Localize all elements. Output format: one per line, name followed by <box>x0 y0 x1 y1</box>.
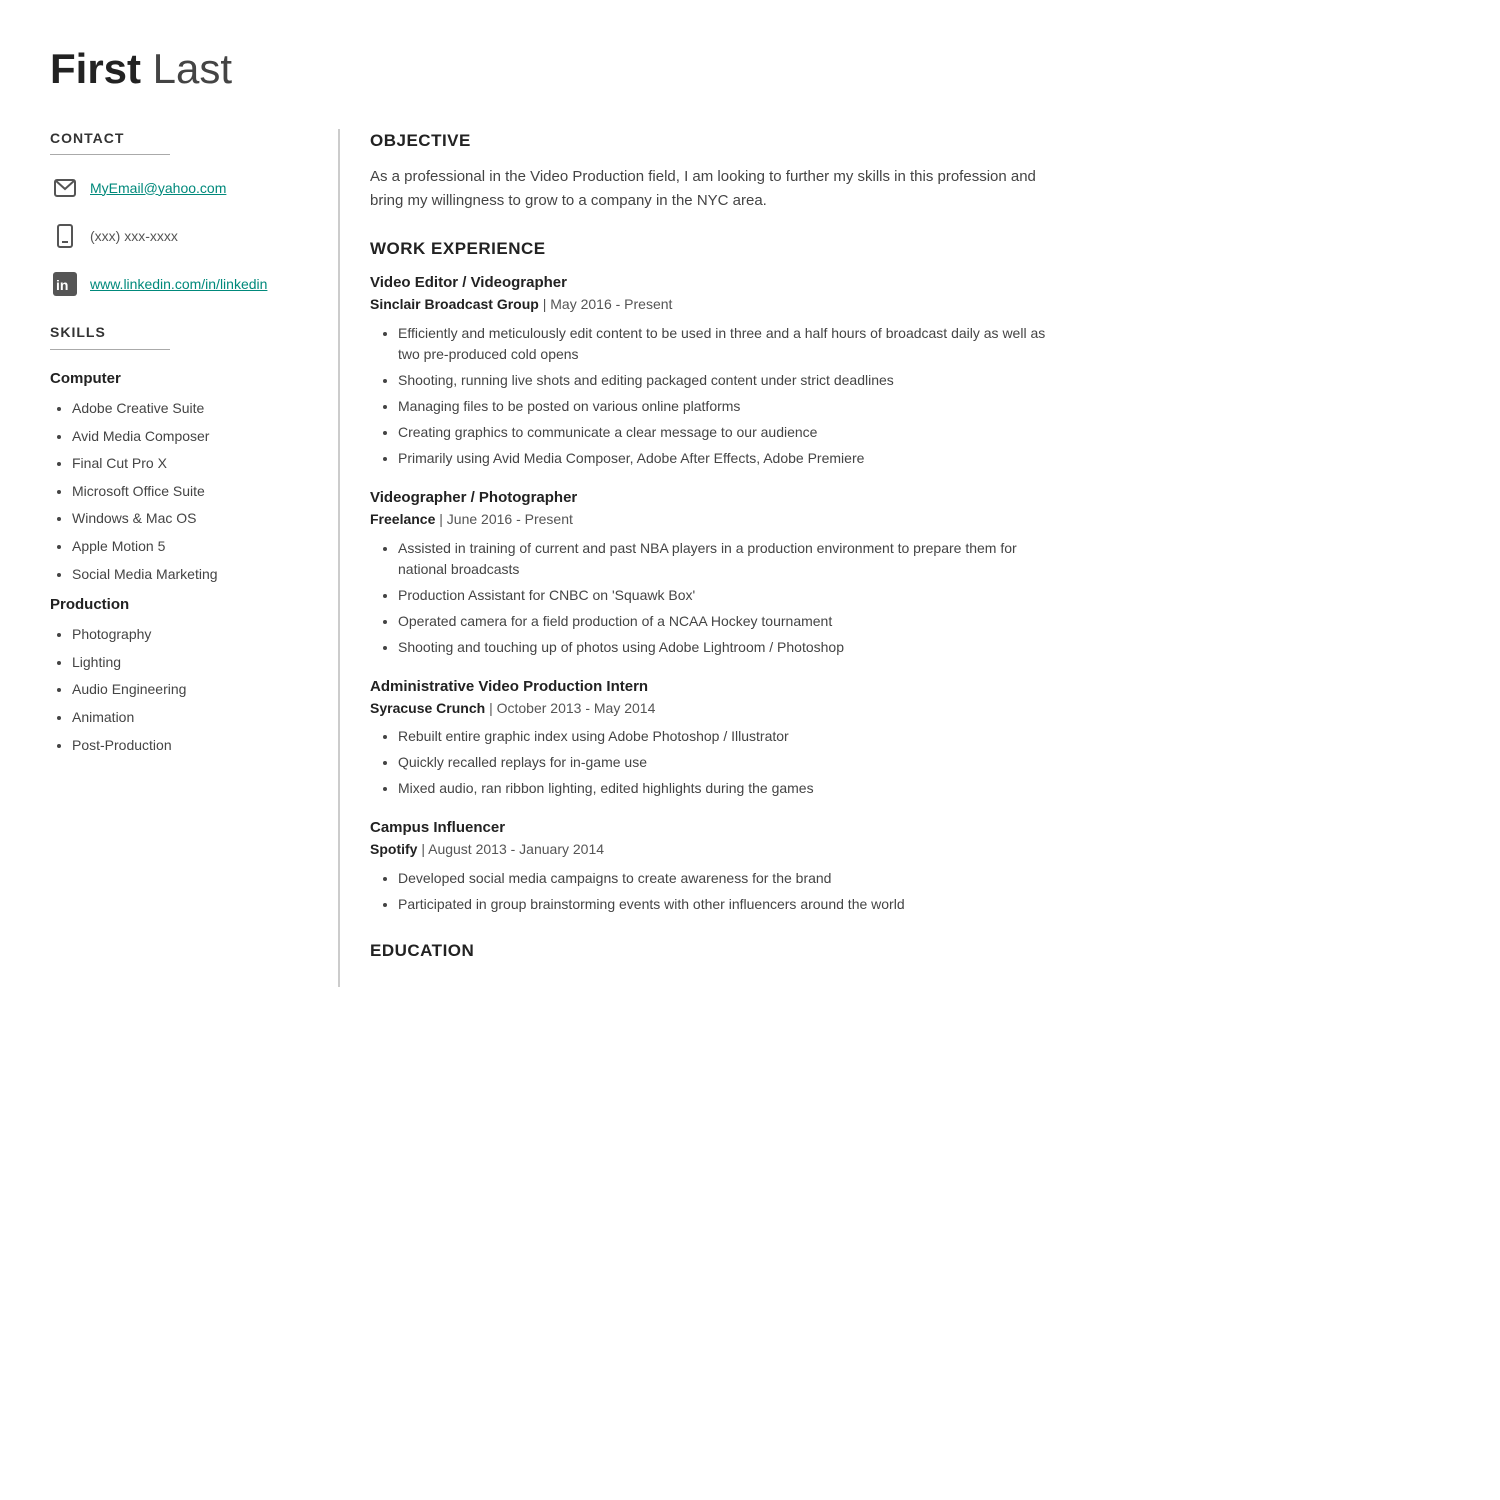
skill-avid-media-composer: Avid Media Composer <box>72 427 318 447</box>
linkedin-icon: in <box>50 269 80 299</box>
email-item: MyEmail@yahoo.com <box>50 173 318 203</box>
job-2-bullet-1: Assisted in training of current and past… <box>398 538 1050 580</box>
work-experience-section: WORK EXPERIENCE Video Editor / Videograp… <box>370 237 1050 915</box>
job-2-bullet-2: Production Assistant for CNBC on 'Squawk… <box>398 585 1050 606</box>
job-3: Administrative Video Production Intern S… <box>370 676 1050 800</box>
job-1-bullet-1: Efficiently and meticulously edit conten… <box>398 323 1050 365</box>
first-name: First <box>50 45 141 92</box>
job-1-company: Sinclair Broadcast Group <box>370 296 539 312</box>
computer-skills-list: Adobe Creative Suite Avid Media Composer… <box>50 399 318 584</box>
phone-text: (xxx) xxx-xxxx <box>90 227 178 247</box>
phone-item: (xxx) xxx-xxxx <box>50 221 318 251</box>
job-2-dates: June 2016 - Present <box>447 511 573 527</box>
job-2-bullets: Assisted in training of current and past… <box>370 538 1050 658</box>
work-experience-heading: WORK EXPERIENCE <box>370 237 1050 263</box>
objective-heading: OBJECTIVE <box>370 129 1050 155</box>
job-1: Video Editor / Videographer Sinclair Bro… <box>370 272 1050 469</box>
production-heading: Production <box>50 594 318 615</box>
job-1-title: Video Editor / Videographer <box>370 272 1050 293</box>
phone-icon <box>50 221 80 251</box>
sidebar: CONTACT MyEmail@yahoo.com <box>50 129 340 987</box>
skill-post-production: Post-Production <box>72 736 318 756</box>
job-2-bullet-3: Operated camera for a field production o… <box>398 611 1050 632</box>
skill-animation: Animation <box>72 708 318 728</box>
skills-divider <box>50 349 170 350</box>
job-1-bullet-2: Shooting, running live shots and editing… <box>398 370 1050 391</box>
job-1-dates: May 2016 - Present <box>550 296 672 312</box>
job-2-separator: | <box>439 511 447 527</box>
last-name: Last <box>141 45 232 92</box>
job-4-meta: Spotify | August 2013 - January 2014 <box>370 840 1050 860</box>
email-icon <box>50 173 80 203</box>
email-link[interactable]: MyEmail@yahoo.com <box>90 179 226 199</box>
job-4-dates: August 2013 - January 2014 <box>428 841 604 857</box>
job-3-bullet-3: Mixed audio, ran ribbon lighting, edited… <box>398 778 1050 799</box>
job-3-company: Syracuse Crunch <box>370 700 485 716</box>
job-3-bullets: Rebuilt entire graphic index using Adobe… <box>370 726 1050 799</box>
contact-section: CONTACT MyEmail@yahoo.com <box>50 129 318 300</box>
education-heading: EDUCATION <box>370 939 1050 963</box>
job-4-bullets: Developed social media campaigns to crea… <box>370 868 1050 915</box>
skill-final-cut-pro: Final Cut Pro X <box>72 454 318 474</box>
skill-windows-mac: Windows & Mac OS <box>72 509 318 529</box>
job-3-bullet-1: Rebuilt entire graphic index using Adobe… <box>398 726 1050 747</box>
objective-section: OBJECTIVE As a professional in the Video… <box>370 129 1050 213</box>
job-4: Campus Influencer Spotify | August 2013 … <box>370 817 1050 915</box>
skill-photography: Photography <box>72 625 318 645</box>
job-3-bullet-2: Quickly recalled replays for in-game use <box>398 752 1050 773</box>
skill-adobe-creative-suite: Adobe Creative Suite <box>72 399 318 419</box>
skill-apple-motion: Apple Motion 5 <box>72 537 318 557</box>
skills-section: SKILLS Computer Adobe Creative Suite Avi… <box>50 323 318 755</box>
job-4-bullet-1: Developed social media campaigns to crea… <box>398 868 1050 889</box>
job-2-title: Videographer / Photographer <box>370 487 1050 508</box>
contact-divider <box>50 154 170 155</box>
skill-social-media: Social Media Marketing <box>72 565 318 585</box>
job-2-bullet-4: Shooting and touching up of photos using… <box>398 637 1050 658</box>
job-2-meta: Freelance | June 2016 - Present <box>370 510 1050 530</box>
job-3-dates: October 2013 - May 2014 <box>497 700 656 716</box>
job-1-bullet-4: Creating graphics to communicate a clear… <box>398 422 1050 443</box>
main-content: OBJECTIVE As a professional in the Video… <box>340 129 1050 987</box>
linkedin-item: in www.linkedin.com/in/linkedin <box>50 269 318 299</box>
skill-audio-engineering: Audio Engineering <box>72 680 318 700</box>
job-3-separator: | <box>489 700 497 716</box>
education-section: EDUCATION <box>370 939 1050 963</box>
job-1-meta: Sinclair Broadcast Group | May 2016 - Pr… <box>370 295 1050 315</box>
job-4-title: Campus Influencer <box>370 817 1050 838</box>
linkedin-link[interactable]: www.linkedin.com/in/linkedin <box>90 275 267 295</box>
production-skills-list: Photography Lighting Audio Engineering A… <box>50 625 318 755</box>
skill-microsoft-office: Microsoft Office Suite <box>72 482 318 502</box>
job-4-company: Spotify <box>370 841 417 857</box>
resume-name: First Last <box>50 40 1050 99</box>
job-1-bullet-3: Managing files to be posted on various o… <box>398 396 1050 417</box>
job-3-meta: Syracuse Crunch | October 2013 - May 201… <box>370 699 1050 719</box>
job-2: Videographer / Photographer Freelance | … <box>370 487 1050 658</box>
contact-heading: CONTACT <box>50 129 318 149</box>
job-1-bullet-5: Primarily using Avid Media Composer, Ado… <box>398 448 1050 469</box>
skills-heading: SKILLS <box>50 323 318 343</box>
job-3-title: Administrative Video Production Intern <box>370 676 1050 697</box>
job-2-company: Freelance <box>370 511 435 527</box>
job-1-bullets: Efficiently and meticulously edit conten… <box>370 323 1050 469</box>
job-4-bullet-2: Participated in group brainstorming even… <box>398 894 1050 915</box>
objective-text: As a professional in the Video Productio… <box>370 165 1050 213</box>
skill-lighting: Lighting <box>72 653 318 673</box>
computer-heading: Computer <box>50 368 318 389</box>
svg-text:in: in <box>56 277 68 293</box>
